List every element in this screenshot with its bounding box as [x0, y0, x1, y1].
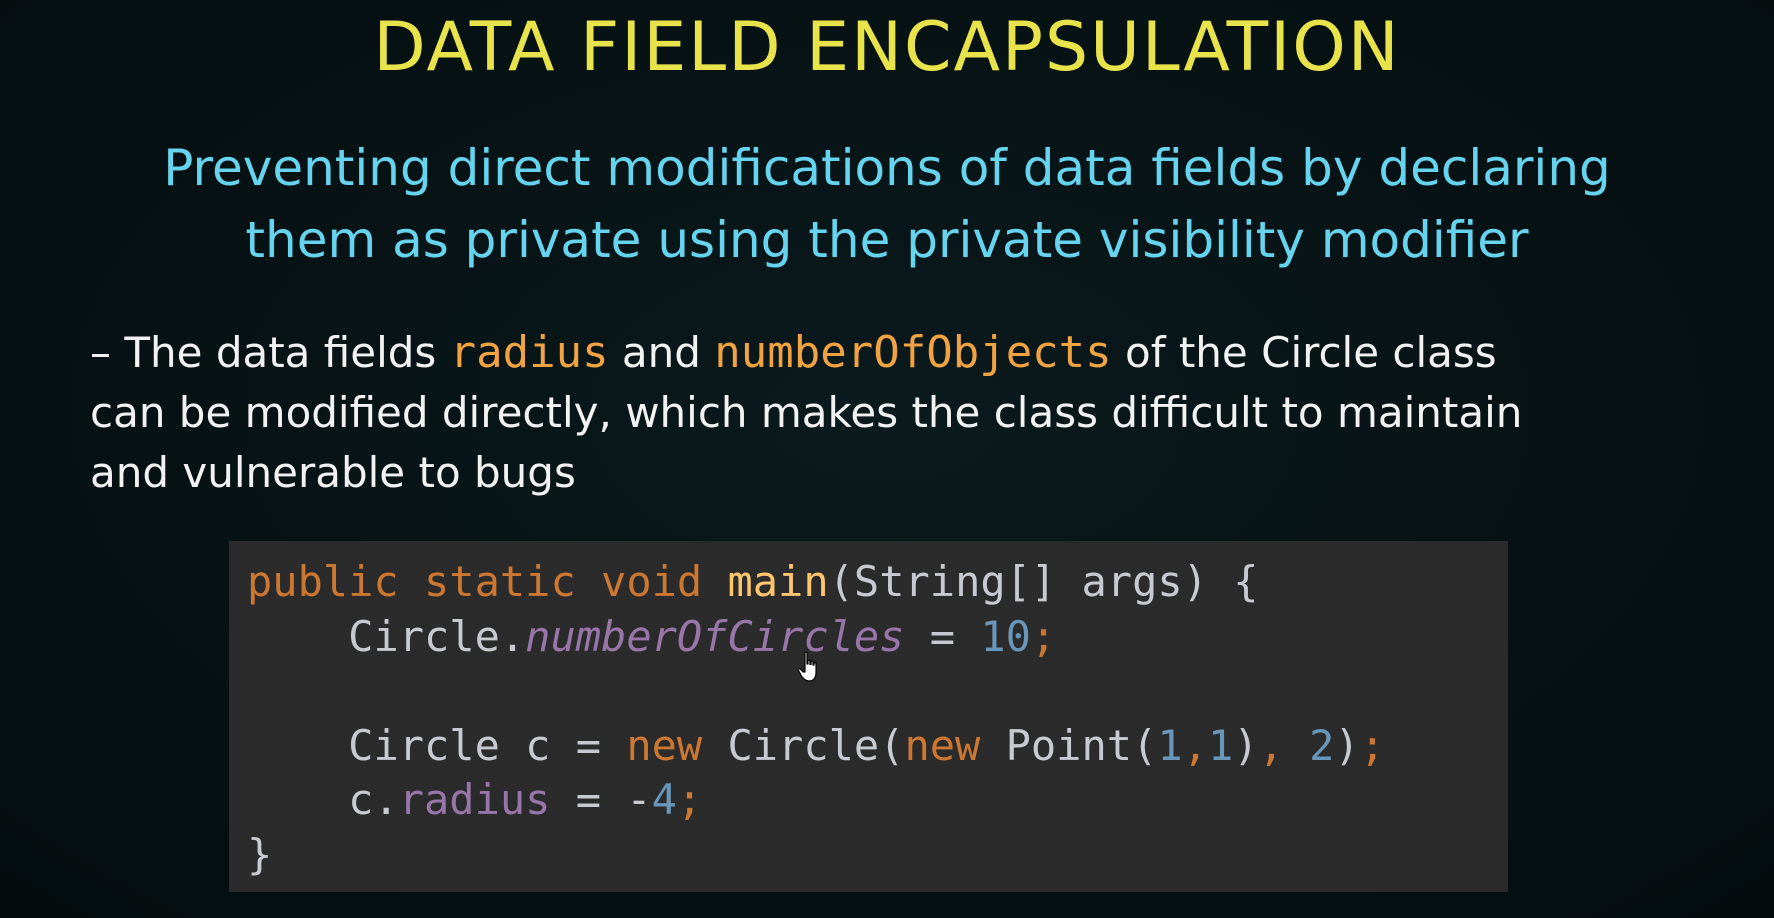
code-token: c. — [348, 775, 399, 824]
code-token: main — [727, 557, 829, 606]
bullet-suffix: of the Circle class — [1111, 328, 1497, 377]
code-token: Circle( — [702, 720, 905, 770]
code-token: void — [601, 557, 703, 606]
code-token: ) — [1334, 720, 1360, 770]
code-token: new — [626, 720, 703, 770]
code-token: 1 — [1207, 720, 1234, 770]
code-token: 2 — [1283, 720, 1335, 770]
bullet-prefix: – The data fields — [90, 328, 450, 377]
code-token: 1 — [1157, 720, 1183, 770]
code-token: ; — [676, 775, 703, 824]
code-token: (String[] args) { — [828, 557, 1259, 606]
code-token: ; — [1359, 720, 1385, 770]
inline-code-radius: radius — [449, 327, 609, 378]
code-line-5: c.radius = -4; — [247, 773, 1508, 828]
hand-cursor-icon — [797, 651, 817, 682]
code-token: 10 — [980, 611, 1031, 661]
code-line-4: Circle c = new Circle(new Point(1,1), 2)… — [247, 719, 1508, 774]
code-token: = - — [550, 775, 652, 824]
slide: DATA FIELD ENCAPSULATION Preventing dire… — [0, 0, 1774, 918]
bullet-line-1: – The data fields radius and numberOfObj… — [90, 323, 1730, 383]
code-token: numberOfCircles — [525, 611, 905, 661]
subtitle-line-2: them as private using the private visibi… — [245, 211, 1529, 269]
subtitle-line-1: Preventing direct modifications of data … — [163, 139, 1611, 197]
code-token: ) — [1233, 720, 1259, 770]
bullet-and: and — [608, 328, 715, 377]
code-token: , — [1258, 720, 1284, 770]
code-token: = — [904, 611, 981, 661]
code-token: public — [247, 557, 399, 606]
code-line-1: public static void main(String[] args) { — [247, 555, 1508, 610]
bullet-line-2: can be modified directly, which makes th… — [90, 388, 1523, 437]
bullet-line-3: and vulnerable to bugs — [90, 448, 576, 497]
code-token: ; — [1030, 611, 1057, 661]
slide-subtitle: Preventing direct modifications of data … — [60, 132, 1714, 276]
inline-code-number-of-objects: numberOfObjects — [714, 327, 1112, 378]
code-token: radius — [398, 775, 551, 824]
code-token: Point( — [980, 720, 1158, 770]
code-token: 4 — [651, 775, 677, 824]
bullet-point: – The data fields radius and numberOfObj… — [90, 323, 1730, 503]
code-token: new — [904, 720, 981, 770]
code-line-2: Circle.numberOfCircles = 10; — [247, 610, 1508, 665]
slide-title: DATA FIELD ENCAPSULATION — [373, 8, 1401, 87]
code-token: static — [424, 557, 576, 606]
code-token: , — [1182, 720, 1208, 770]
code-line-6: } — [247, 829, 273, 879]
code-block: public static void main(String[] args) {… — [229, 541, 1508, 892]
code-token: Circle c = — [348, 720, 627, 770]
code-token: Circle. — [348, 611, 526, 661]
